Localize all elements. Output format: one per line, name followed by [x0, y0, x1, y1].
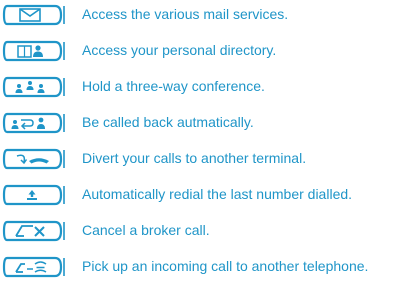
conference-key-button[interactable]	[2, 75, 66, 99]
list-item-divert: Divert your calls to another terminal.	[0, 146, 399, 172]
list-item-label: Access your personal directory.	[82, 42, 277, 58]
mail-key-button[interactable]	[2, 3, 66, 27]
callback-key-button[interactable]	[2, 111, 66, 135]
list-item-mail: Access the various mail services.	[0, 2, 399, 28]
list-item-callback: Be called back autmatically.	[0, 110, 399, 136]
cancel-broker-key-button[interactable]	[2, 219, 66, 243]
cancel-broker-call-icon	[2, 220, 65, 242]
list-item-label: Hold a three-way conference.	[82, 78, 265, 94]
list-item-pickup: Pick up an incoming call to another tele…	[0, 254, 399, 280]
list-item-label: Access the various mail services.	[82, 6, 289, 22]
directory-key-button[interactable]	[2, 39, 66, 63]
list-item-cancel-broker: Cancel a broker call.	[0, 218, 399, 244]
redial-key-button[interactable]	[2, 183, 66, 207]
call-pickup-icon	[2, 256, 65, 278]
list-item-directory: Access your personal directory.	[0, 38, 399, 64]
conference-icon	[2, 76, 65, 98]
mail-icon	[2, 4, 65, 26]
list-item-redial: Automatically redial the last number dia…	[0, 182, 399, 208]
list-item-label: Be called back autmatically.	[82, 114, 254, 130]
divert-call-icon	[2, 148, 65, 170]
list-item-conference: Hold a three-way conference.	[0, 74, 399, 100]
function-key-list: Access the various mail services. Access…	[0, 0, 399, 296]
personal-directory-icon	[2, 40, 65, 62]
list-item-label: Pick up an incoming call to another tele…	[82, 258, 369, 274]
redial-icon	[2, 184, 65, 206]
list-item-label: Cancel a broker call.	[82, 222, 210, 238]
pickup-key-button[interactable]	[2, 255, 66, 279]
list-item-label: Automatically redial the last number dia…	[82, 186, 353, 202]
list-item-label: Divert your calls to another terminal.	[82, 150, 307, 166]
callback-icon	[2, 112, 65, 134]
divert-key-button[interactable]	[2, 147, 66, 171]
